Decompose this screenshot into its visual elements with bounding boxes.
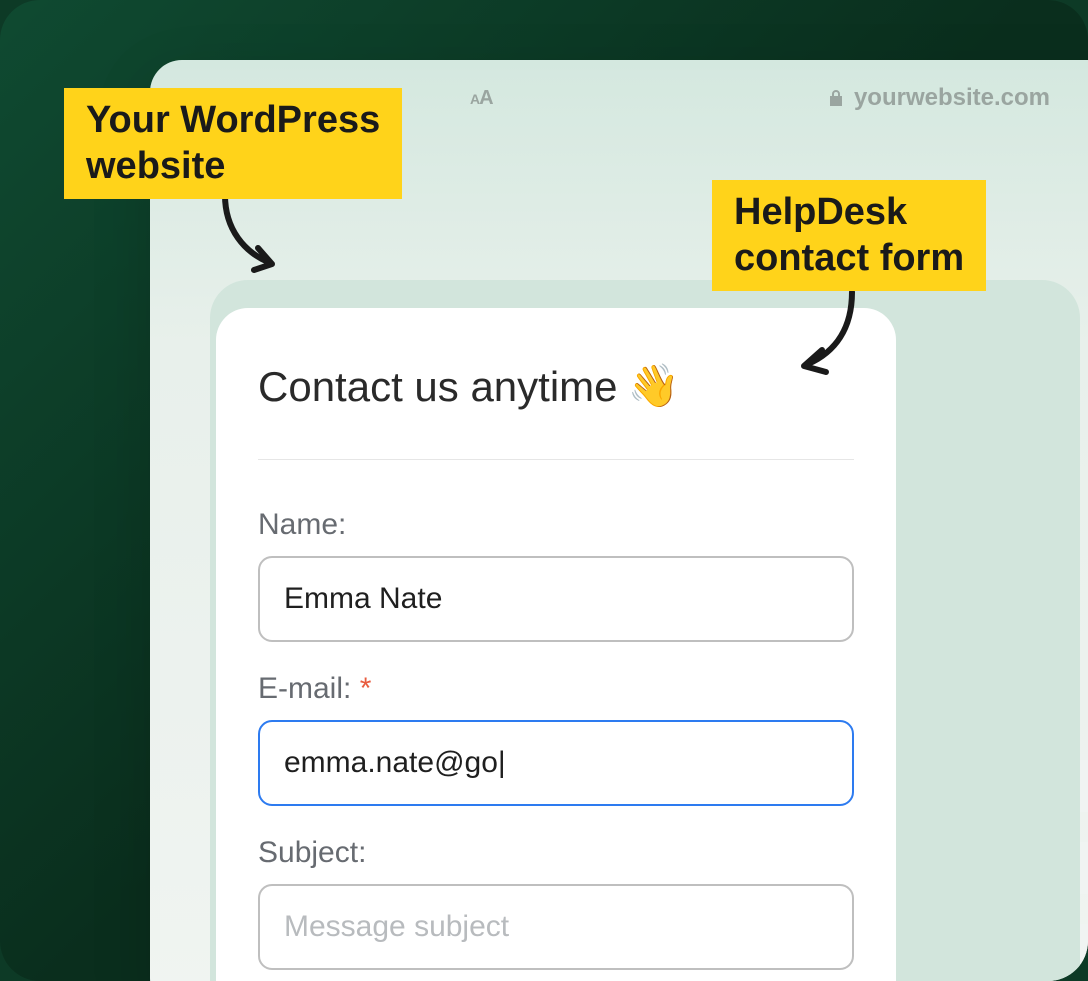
card-title-text: Contact us anytime [258,363,618,411]
text-size-icon: AA [470,87,493,110]
arrow-icon [790,284,870,384]
callout-helpdesk: HelpDesk contact form [712,180,986,291]
name-label: Name: [258,508,854,542]
canvas-background: AA yourwebsite.com Contact us anytime 👋 … [0,0,1088,981]
contact-form-card: Contact us anytime 👋 Name: E-mail: * emm… [216,308,896,981]
text-caret: | [498,746,506,780]
callout-line: HelpDesk [734,190,964,236]
name-input[interactable] [258,556,854,642]
card-title: Contact us anytime 👋 [258,362,854,411]
email-value: emma.nate@go [284,746,498,780]
callout-line: contact form [712,236,986,292]
required-mark: * [360,672,372,705]
subject-field-group: Subject: [258,836,854,970]
callout-line: Your WordPress [86,98,380,144]
divider [258,459,854,460]
callout-wordpress: Your WordPress website [64,88,402,199]
wave-icon: 👋 [628,362,680,411]
name-field-group: Name: [258,508,854,642]
url-bar: yourwebsite.com [513,84,1088,112]
subject-input[interactable] [258,884,854,970]
email-label: E-mail: * [258,672,854,706]
email-label-text: E-mail: [258,672,351,705]
email-field-group: E-mail: * emma.nate@go| [258,672,854,806]
email-input[interactable]: emma.nate@go| [258,720,854,806]
url-text: yourwebsite.com [854,84,1050,112]
subject-label: Subject: [258,836,854,870]
arrow-icon [210,190,290,280]
lock-icon [828,88,844,108]
callout-line: website [64,144,247,200]
